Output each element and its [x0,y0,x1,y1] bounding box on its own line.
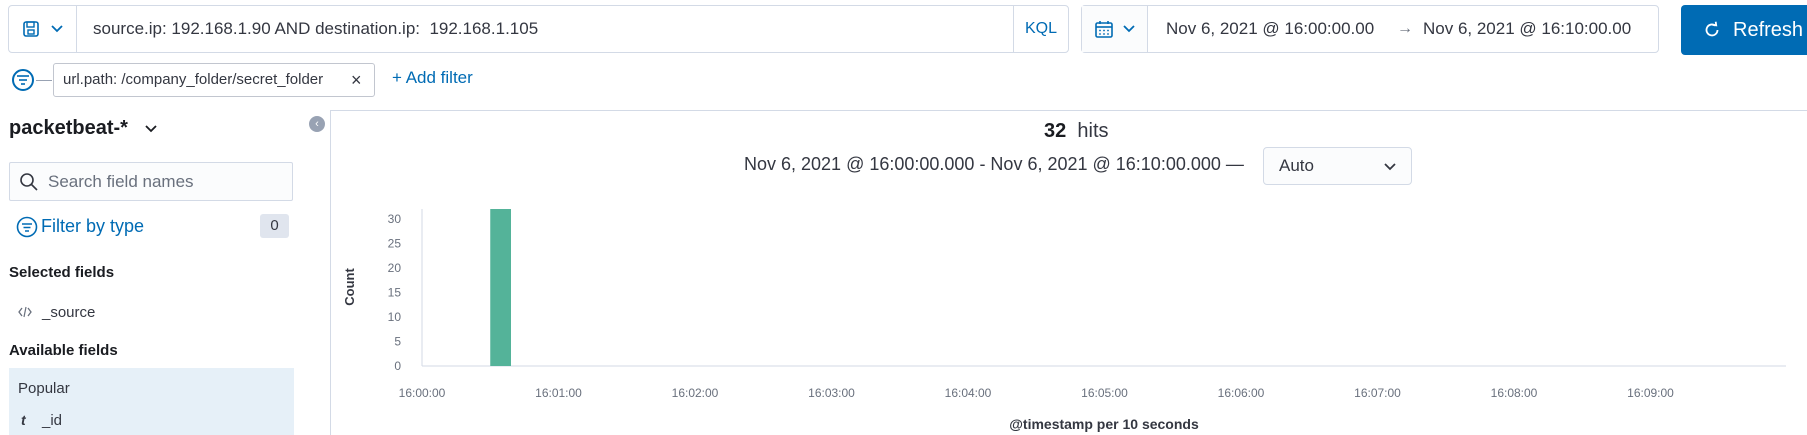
x-axis-label: @timestamp per 10 seconds [1009,416,1199,432]
date-picker: Nov 6, 2021 @ 16:00:00.00 → Nov 6, 2021 … [1081,5,1659,53]
save-icon [22,21,39,37]
search-icon [20,173,38,191]
field-search-input[interactable]: Search field names [9,162,293,201]
calendar-icon [1094,21,1113,38]
popular-heading: Popular [18,380,70,397]
x-tick-label: 16:04:00 [945,386,992,400]
y-tick-label: 5 [394,334,401,348]
quick-select-button[interactable] [1082,6,1148,52]
histogram-bar [490,209,511,366]
y-tick-label: 15 [388,285,402,299]
query-bar: source.ip: 192.168.1.90 AND destination.… [8,5,1069,53]
histogram-chart: 0 5 10 15 20 25 30 16:00:00 16:01:00 16:02:00 16:0… [342,209,1786,432]
filter-lines-icon [17,75,29,85]
filter-icon [16,216,38,238]
end-date[interactable]: Nov 6, 2021 @ 16:10:00.00 [1423,6,1631,52]
filter-menu-icon[interactable] [12,69,34,91]
x-tick-label: 16:03:00 [808,386,855,400]
collapse-sidebar-icon[interactable]: ‹ [309,116,325,132]
saved-query-button[interactable] [9,6,77,52]
y-tick-label: 0 [394,359,401,373]
hits-label: hits [1077,120,1109,142]
refresh-label: Refresh [1733,18,1804,41]
field-item-source[interactable]: _source [42,304,95,321]
filter-by-type-button[interactable]: Filter by type [41,216,144,237]
divider [36,80,52,81]
chevron-down-icon [144,125,157,132]
y-tick-label: 10 [388,310,402,324]
arrow-right-icon: → [1397,20,1413,37]
y-tick-label: 20 [388,261,402,275]
x-tick-label: 16:02:00 [672,386,719,400]
interval-select[interactable]: Auto [1263,147,1412,185]
index-pattern-label: packetbeat-* [9,117,128,139]
code-icon [18,306,32,318]
x-tick-label: 16:01:00 [535,386,582,400]
time-range-text: Nov 6, 2021 @ 16:00:00.000 - Nov 6, 2021… [744,154,1244,174]
field-item-id[interactable]: _id [42,412,62,429]
x-tick-label: 16:00:00 [399,386,446,400]
chevron-down-icon [1384,163,1396,171]
x-tick-label: 16:06:00 [1218,386,1265,400]
filter-pill[interactable]: url.path: /company_folder/secret_folder … [53,63,375,97]
y-tick-label: 25 [388,236,402,250]
x-tick-label: 16:09:00 [1627,386,1674,400]
refresh-button[interactable]: Refresh [1681,5,1807,55]
filter-pill-label: url.path: /company_folder/secret_folder [63,71,324,88]
x-tick-label: 16:08:00 [1491,386,1538,400]
selected-fields-heading: Selected fields [9,264,115,281]
close-icon[interactable]: × [351,64,362,96]
query-language-button[interactable]: KQL [1013,6,1068,52]
search-placeholder: Search field names [48,172,194,191]
chevron-down-icon [1122,25,1135,33]
query-input[interactable]: source.ip: 192.168.1.90 AND destination.… [93,6,538,52]
filter-count-badge: 0 [260,214,289,238]
hits-count: 32 [1044,120,1067,142]
y-tick-label: 30 [388,212,402,226]
add-filter-button[interactable]: + Add filter [392,68,473,88]
x-tick-label: 16:05:00 [1081,386,1128,400]
chevron-down-icon [50,25,63,33]
available-fields-heading: Available fields [9,342,118,359]
x-tick-label: 16:07:00 [1354,386,1401,400]
start-date[interactable]: Nov 6, 2021 @ 16:00:00.00 [1166,6,1374,52]
refresh-icon [1705,21,1719,37]
index-pattern-selector[interactable]: packetbeat-* [9,117,158,140]
hits-counter: 32 hits [1044,120,1109,143]
string-type-icon: t [21,412,26,428]
y-axis-label: Count [342,268,357,306]
interval-value: Auto [1279,156,1314,175]
